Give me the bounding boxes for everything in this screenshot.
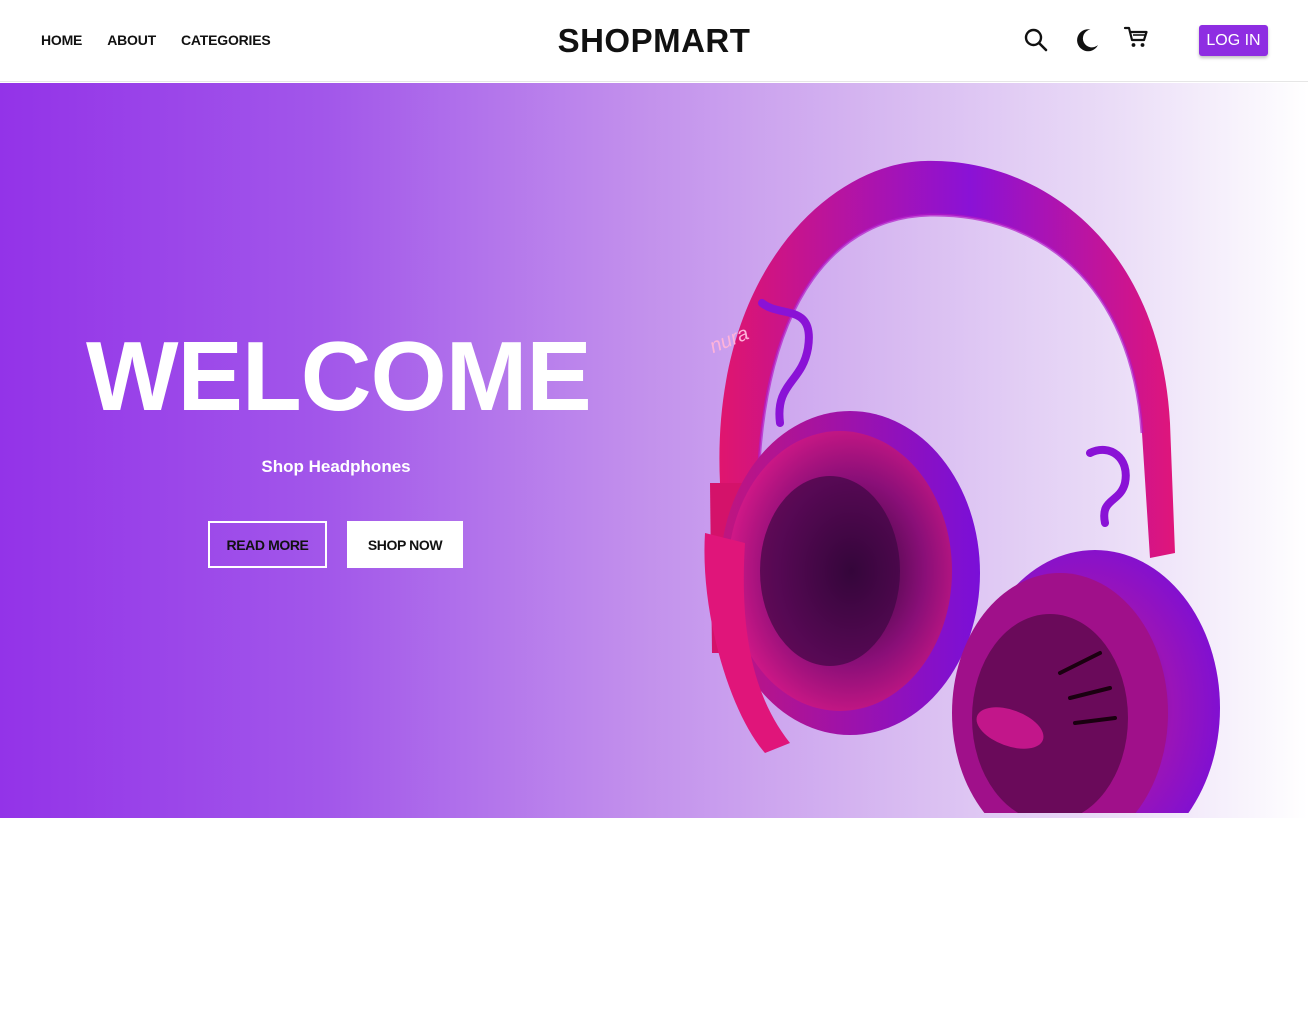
shop-now-button[interactable]: SHOP NOW <box>347 521 463 568</box>
site-header: HOME ABOUT CATEGORIES SHOPMART LOG IN <box>0 0 1308 82</box>
hero-title: WELCOME <box>86 321 592 431</box>
search-icon[interactable] <box>1023 27 1051 55</box>
main-nav: HOME ABOUT CATEGORIES <box>41 32 271 48</box>
hero-subtitle: Shop Headphones <box>261 457 411 476</box>
site-logo[interactable]: SHOPMART <box>558 22 751 59</box>
login-button[interactable]: LOG IN <box>1199 25 1268 56</box>
nav-home-link[interactable]: HOME <box>41 32 82 48</box>
read-more-button[interactable]: READ MORE <box>208 521 327 568</box>
nav-categories-link[interactable]: CATEGORIES <box>181 32 271 48</box>
nav-about-link[interactable]: ABOUT <box>107 32 156 48</box>
headphones-image: nura <box>704 160 1220 813</box>
moon-icon[interactable] <box>1073 26 1101 54</box>
hero-banner: WELCOME Shop Headphones READ MORE SHOP N… <box>0 83 1308 818</box>
cart-icon[interactable] <box>1122 24 1150 52</box>
